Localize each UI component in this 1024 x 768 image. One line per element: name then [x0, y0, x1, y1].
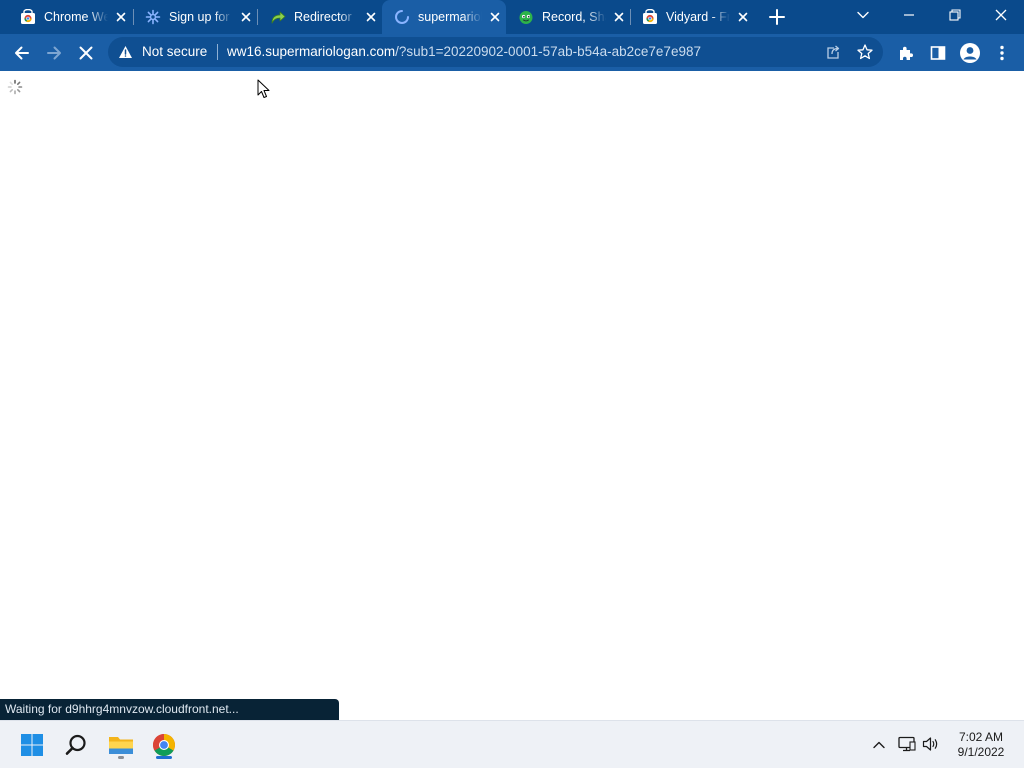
redirector-arrow-icon: [271, 11, 286, 24]
browser-toolbar: Not secure ww16.supermariologan.com/?sub…: [0, 34, 1024, 71]
menu-button[interactable]: [988, 39, 1016, 67]
url-host: ww16.supermariologan.com: [227, 44, 396, 59]
forward-button[interactable]: [40, 39, 68, 67]
tab-chrome-web-store[interactable]: Chrome Web Store: [8, 0, 132, 34]
chevron-up-icon[interactable]: [872, 738, 886, 752]
tab-close-icon[interactable]: [612, 10, 626, 24]
new-tab-plus-icon[interactable]: [764, 5, 790, 29]
minimize-icon: [904, 14, 914, 16]
share-icon[interactable]: [825, 44, 841, 60]
back-button[interactable]: [8, 39, 36, 67]
stop-loading-button[interactable]: [72, 39, 100, 67]
tab-vidyard[interactable]: Vidyard - Free: [630, 0, 754, 34]
tab-close-icon[interactable]: [239, 10, 253, 24]
arrow-right-icon: [47, 46, 61, 60]
chrome-taskbar-button[interactable]: [148, 729, 180, 761]
windows-taskbar: 7:02 AM 9/1/2022: [0, 720, 1024, 768]
running-indicator: [118, 756, 124, 759]
page-loading-spinner-icon: [7, 79, 23, 95]
puzzle-piece-icon: [900, 46, 913, 60]
more-vertical-icon: [1000, 45, 1004, 61]
volume-icon[interactable]: [922, 736, 940, 752]
avatar-icon: [960, 43, 980, 63]
tab-title: Redirector: [294, 10, 352, 24]
profile-button[interactable]: [956, 39, 984, 67]
extensions-button[interactable]: [892, 39, 920, 67]
file-explorer-button[interactable]: [105, 729, 137, 761]
tab-title: Sign up for: [169, 10, 230, 24]
tab-title: Vidyard - Free: [666, 10, 730, 24]
tab-strip: Chrome Web Store Sign up for Redirector: [0, 0, 1024, 34]
tab-search-button[interactable]: [840, 0, 886, 30]
search-button[interactable]: [60, 729, 92, 761]
tab-title: Chrome Web Store: [44, 10, 108, 24]
chrome-icon: [153, 734, 175, 756]
loading-spinner-icon: [395, 10, 409, 24]
restore-icon: [949, 9, 961, 21]
vidyard-favicon-icon: [643, 9, 657, 24]
status-bubble: Waiting for d9hhrg4mnvzow.cloudfront.net…: [0, 699, 339, 720]
file-explorer-icon: [109, 737, 133, 754]
omnibox-divider: [217, 44, 218, 60]
arrow-left-icon: [15, 46, 29, 60]
url-text[interactable]: ww16.supermariologan.com/?sub1=20220902-…: [227, 44, 701, 60]
security-status-label[interactable]: Not secure: [142, 44, 207, 60]
clock-time: 7:02 AM: [958, 730, 1004, 744]
tab-close-icon[interactable]: [488, 10, 502, 24]
bookmark-star-icon[interactable]: [856, 43, 874, 61]
network-icon[interactable]: [898, 736, 916, 752]
mouse-cursor-icon: [257, 79, 270, 98]
side-panel-icon: [930, 46, 946, 60]
restore-button[interactable]: [932, 0, 978, 30]
tab-close-icon[interactable]: [114, 10, 128, 24]
close-window-button[interactable]: [978, 0, 1024, 30]
close-icon: [79, 46, 93, 60]
start-button[interactable]: [16, 729, 48, 761]
address-bar[interactable]: Not secure ww16.supermariologan.com/?sub…: [108, 37, 883, 67]
minimize-button[interactable]: [886, 0, 932, 30]
close-icon: [995, 9, 1007, 21]
sign-up-favicon-icon: [145, 9, 161, 25]
active-app-indicator: [156, 756, 172, 759]
tab-redirector[interactable]: Redirector: [258, 0, 382, 34]
record-favicon-icon: [519, 11, 533, 24]
side-panel-button[interactable]: [924, 39, 952, 67]
url-path: /?sub1=20220902-0001-57ab-b54a-ab2ce7e7e…: [395, 44, 701, 59]
page-content: Waiting for d9hhrg4mnvzow.cloudfront.net…: [0, 71, 1024, 720]
search-icon: [65, 734, 86, 755]
chrome-web-store-icon: [21, 9, 35, 24]
clock-date: 9/1/2022: [957, 745, 1005, 759]
tab-close-icon[interactable]: [736, 10, 750, 24]
warning-triangle-icon[interactable]: [118, 45, 133, 59]
windows-start-icon: [21, 734, 43, 756]
tab-title: Record, Share: [542, 10, 606, 24]
tab-title: supermariologan: [418, 10, 482, 24]
tab-supermariologan[interactable]: supermariologan: [382, 0, 506, 34]
tab-sign-up[interactable]: Sign up for: [133, 0, 257, 34]
chevron-down-icon: [857, 11, 869, 19]
tab-record-share[interactable]: Record, Share: [506, 0, 630, 34]
system-clock[interactable]: 7:02 AM 9/1/2022: [948, 730, 1014, 760]
tab-close-icon[interactable]: [364, 10, 378, 24]
